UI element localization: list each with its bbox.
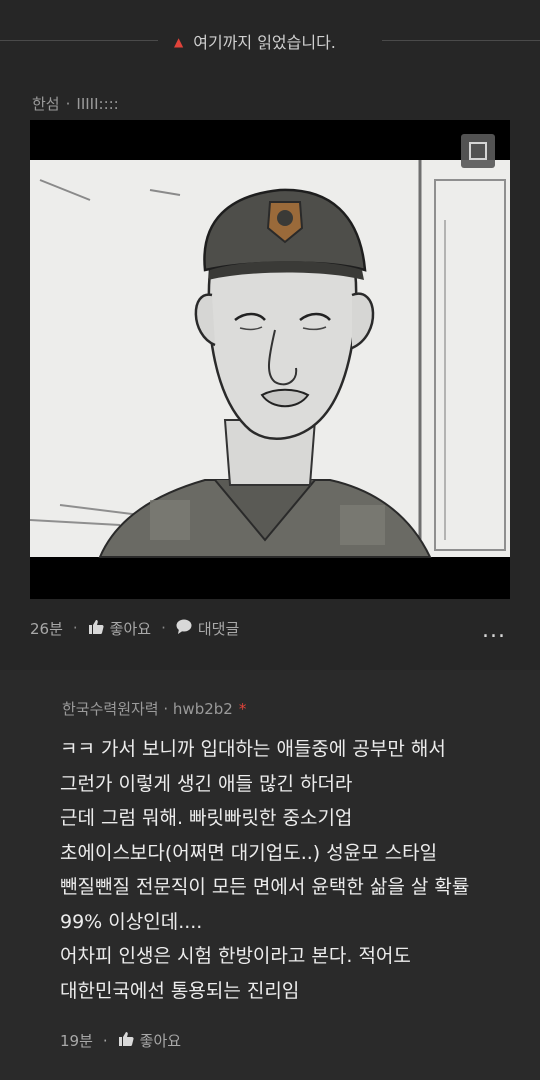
comment-line: 뺀질뺀질 전문직이 모든 면에서 윤택한 삶을 살 확률 — [60, 876, 470, 898]
soldier-illustration — [30, 120, 510, 599]
comment2-like-button[interactable]: 좋아요 — [140, 1030, 181, 1051]
comment2-time: 19분 — [60, 1032, 93, 1050]
read-position-divider: ▲ 여기까지 읽었습니다. — [0, 0, 540, 82]
speech-bubble-icon[interactable] — [176, 619, 192, 638]
comment1-handle: IIIII:::: — [76, 95, 119, 113]
comment-line: ㅋㅋ 가서 보니까 입대하는 애들중에 공부만 해서 — [60, 738, 446, 760]
comment-image[interactable] — [30, 120, 510, 599]
actions-separator: · — [161, 619, 166, 637]
thumbs-up-icon[interactable] — [118, 1031, 134, 1050]
comment2-actions: 19분 · 좋아요 — [60, 1030, 181, 1051]
comment2-body: ㅋㅋ 가서 보니까 입대하는 애들중에 공부만 해서 그런가 이렇게 생긴 애들… — [60, 732, 520, 1008]
comment-line: 어차피 인생은 시험 한방이라고 본다. 적어도 — [60, 945, 411, 967]
comment-line: 대한민국에선 통용되는 진리임 — [60, 979, 300, 1002]
comment2-meta: 한국수력원자력 · hwb2b2 * — [62, 698, 246, 719]
comment2-author[interactable]: 한국수력원자력 — [62, 700, 159, 718]
comment2-handle: hwb2b2 — [172, 700, 233, 718]
comment-line: 그런가 이렇게 생긴 애들 많긴 하더라 — [60, 772, 353, 795]
comment1-actions: 26분 · 좋아요 · 대댓글 — [30, 617, 239, 639]
comment1-time: 26분 — [30, 619, 63, 638]
actions-separator: · — [102, 1031, 108, 1050]
more-icon[interactable]: ... — [482, 620, 506, 642]
divider-text: 여기까지 읽었습니다. — [193, 33, 336, 52]
actions-separator: · — [72, 619, 78, 637]
comment1-reply-button[interactable]: 대댓글 — [198, 618, 239, 639]
triangle-up-icon: ▲ — [174, 35, 184, 49]
meta-separator: · — [65, 95, 71, 113]
author-badge: * — [238, 700, 247, 718]
comment-line: 근데 그럼 뭐해. 빠릿빠릿한 중소기업 — [60, 807, 353, 829]
comment1-author[interactable]: 한섬 — [32, 95, 60, 113]
comment-line: 초에이스보다(어쩌면 대기업도..) 성윤모 스타일 — [60, 841, 438, 864]
comment1-meta: 한섬 · IIIII:::: — [32, 93, 119, 114]
divider-line-right — [382, 40, 540, 41]
comment1-like-button[interactable]: 좋아요 — [110, 618, 151, 639]
thumbs-up-icon[interactable] — [88, 619, 104, 638]
divider-line-left — [0, 40, 158, 41]
comment-line: 99% 이상인데.... — [60, 910, 203, 933]
reply-comment: 한국수력원자력 · hwb2b2 * ㅋㅋ 가서 보니까 입대하는 애들중에 공부… — [0, 670, 540, 1080]
expand-icon[interactable] — [461, 134, 495, 168]
meta-separator: · — [158, 700, 173, 718]
divider-label: ▲ 여기까지 읽었습니다. — [174, 29, 374, 53]
